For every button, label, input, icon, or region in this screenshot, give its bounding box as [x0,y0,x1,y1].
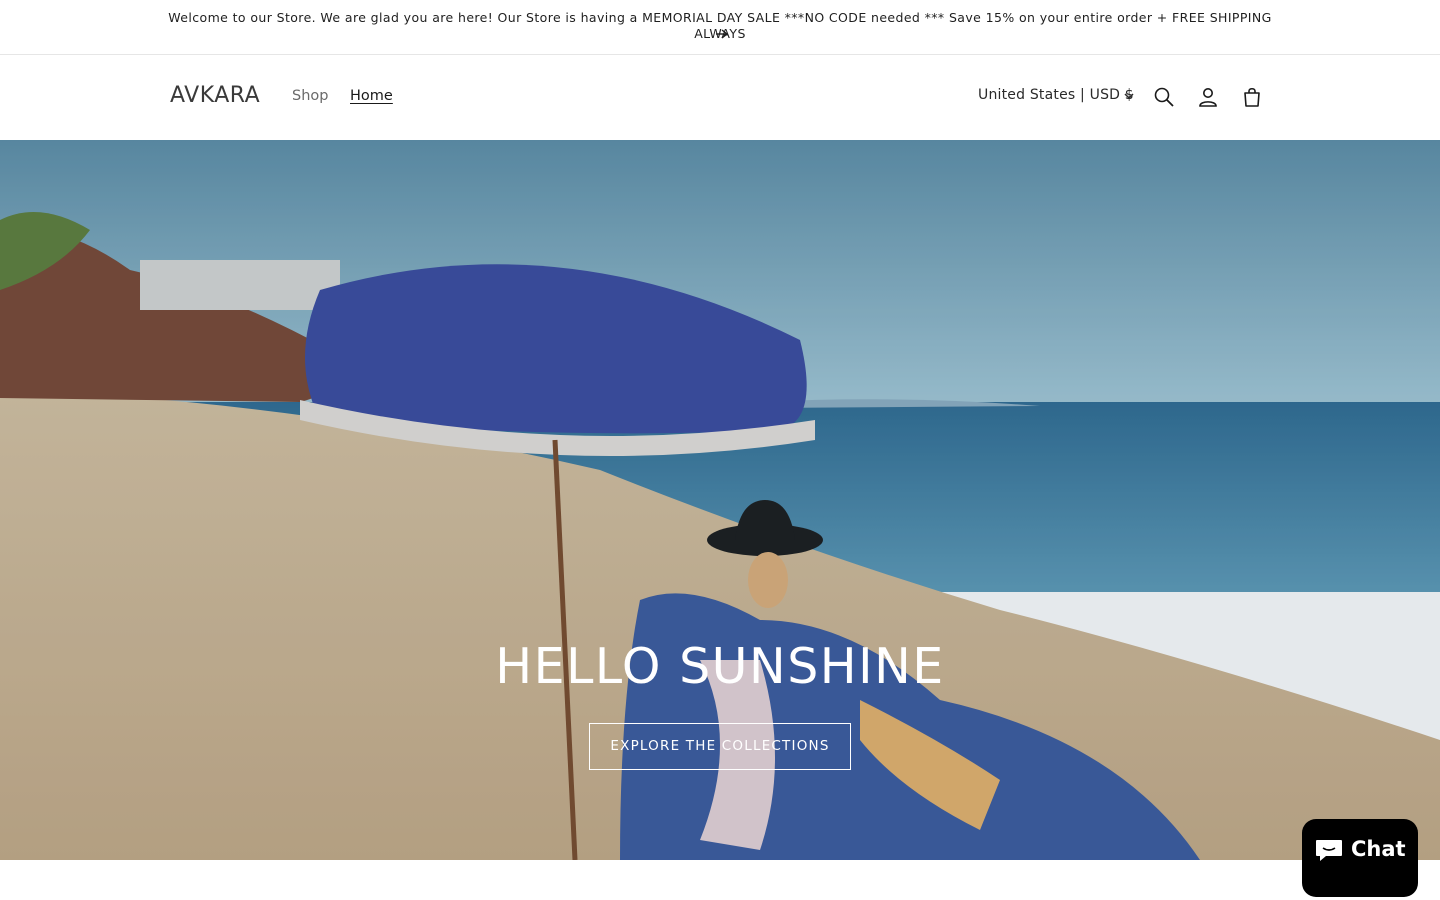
cart-icon[interactable] [1240,85,1264,109]
account-icon[interactable] [1196,85,1220,109]
explore-collections-button[interactable]: EXPLORE THE COLLECTIONS [589,723,851,770]
chat-bubble-icon [1316,840,1342,861]
store-logo[interactable]: AVKARA [170,83,260,108]
hero-title: HELLO SUNSHINE [495,638,945,695]
country-currency-selector[interactable]: United States | USD $ [978,87,1134,103]
hero-banner: HELLO SUNSHINE EXPLORE THE COLLECTIONS [0,140,1440,860]
chevron-down-icon[interactable] [1123,91,1135,101]
chat-button[interactable]: Chat [1302,819,1418,897]
search-icon[interactable] [1152,85,1176,109]
chat-label: Chat [1351,837,1406,861]
nav-item-home[interactable]: Home [350,88,393,104]
arrow-right-icon[interactable] [713,27,731,41]
site-header: AVKARA Shop Home United States | USD $ [0,55,1440,140]
nav-item-shop[interactable]: Shop [292,88,328,104]
announcement-bar: Welcome to our Store. We are glad you ar… [0,0,1440,55]
